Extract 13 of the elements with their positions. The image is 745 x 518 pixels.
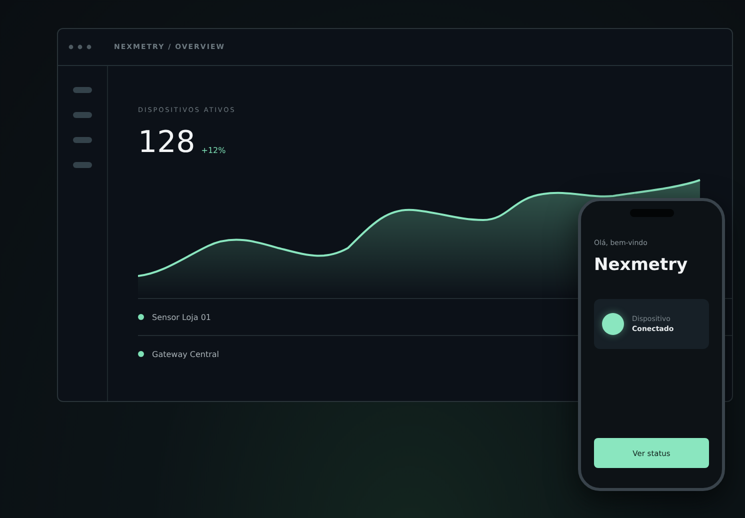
device-name: Gateway Central: [152, 350, 220, 358]
app-title: Nexmetry: [594, 255, 689, 275]
window-dots-icon: [68, 44, 92, 50]
sidebar-placeholder-icon[interactable]: [73, 87, 92, 93]
status-dot: [138, 351, 144, 357]
metric-change: +12%: [201, 146, 226, 155]
sidebar-placeholder-icon[interactable]: [73, 162, 92, 168]
sidebar-placeholder-icon[interactable]: [73, 112, 92, 118]
metric-value: 128: [138, 128, 196, 158]
device-name: Sensor Loja 01: [152, 312, 212, 322]
status-circle-icon: [602, 313, 624, 335]
sidebar-placeholder-icon[interactable]: [73, 137, 92, 143]
status-dot: [138, 314, 144, 320]
